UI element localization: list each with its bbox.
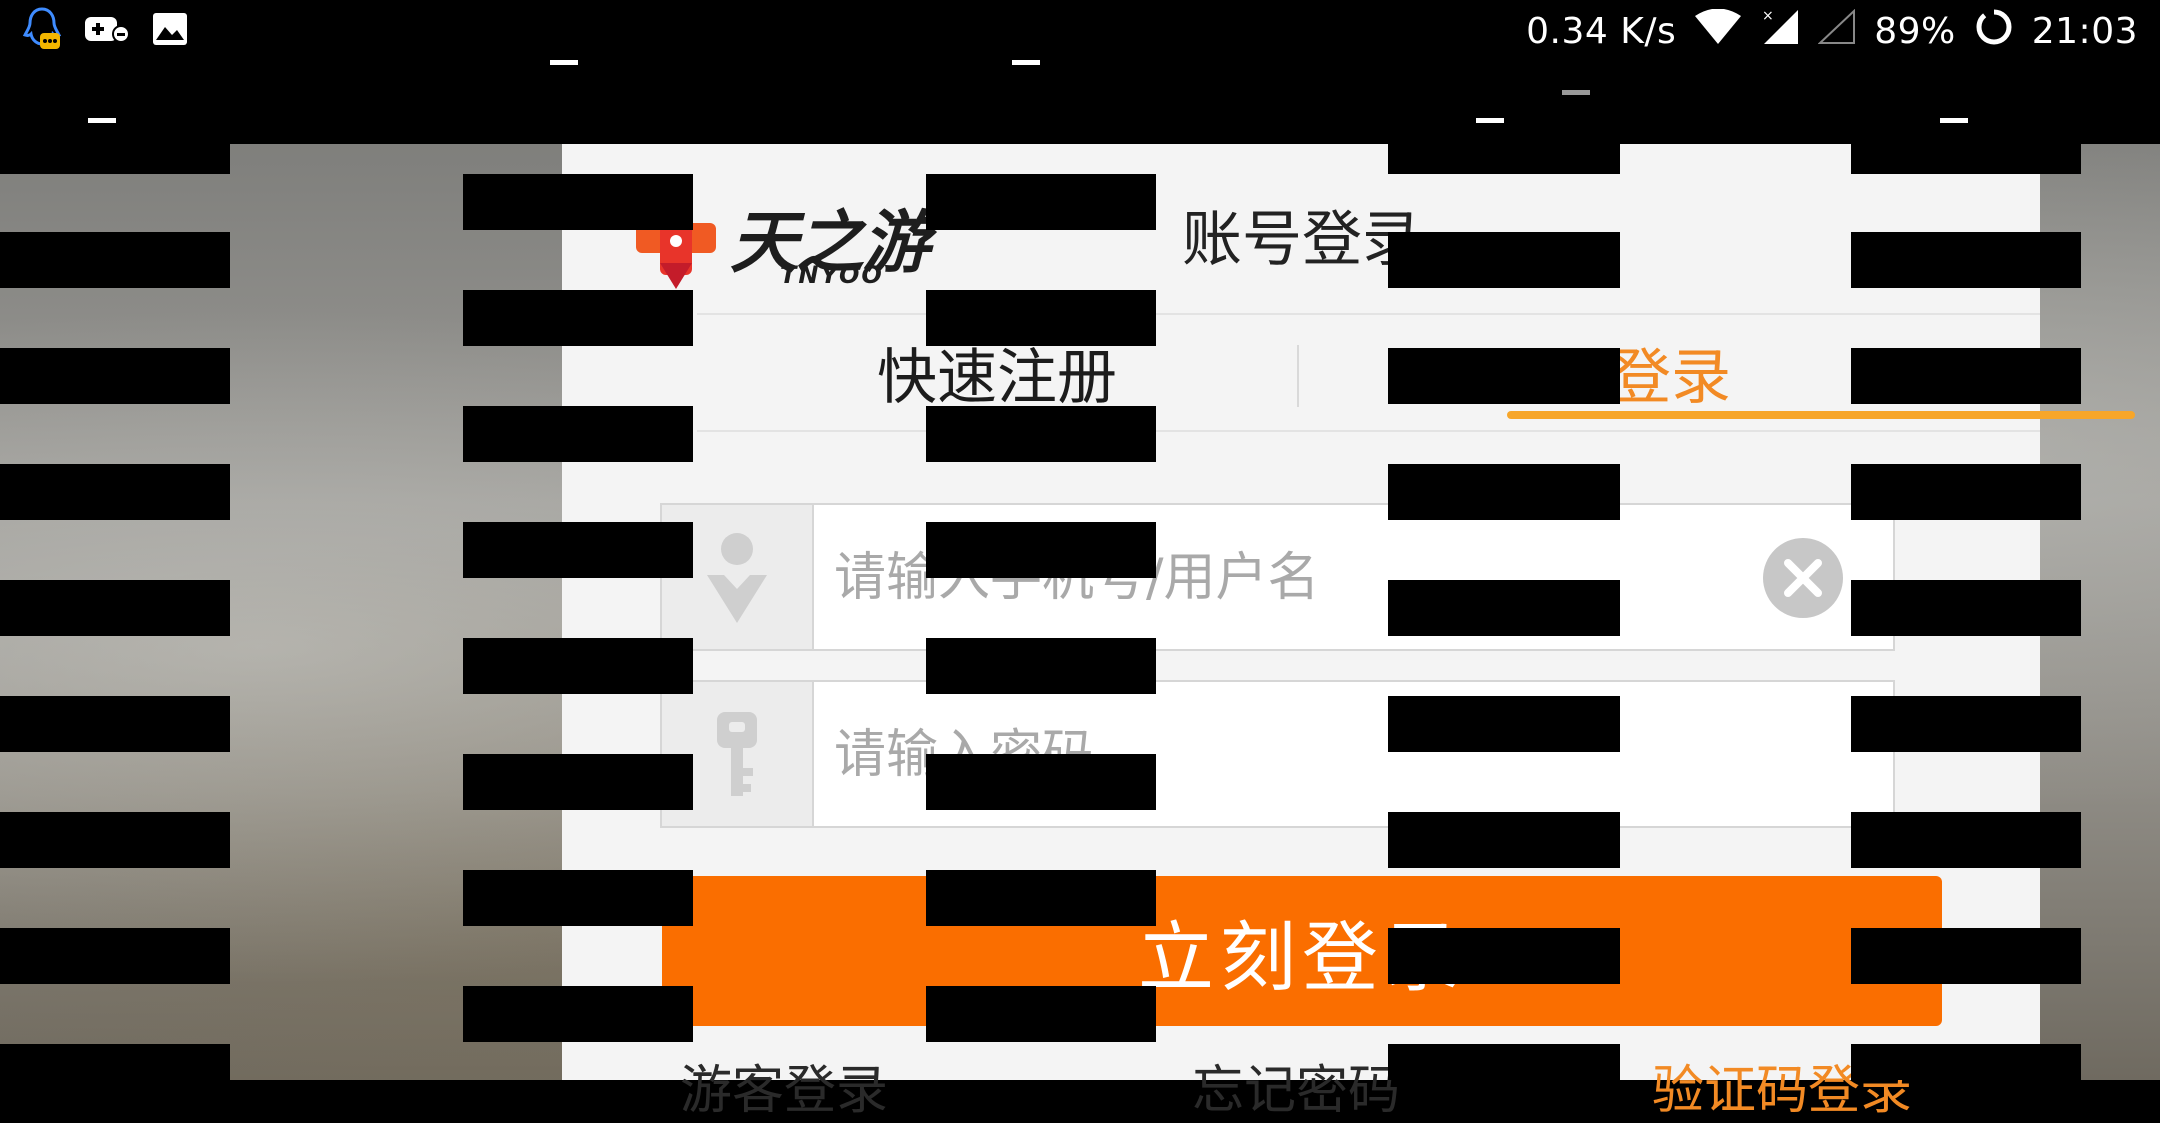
redaction-block bbox=[0, 1044, 230, 1080]
redaction-block bbox=[1851, 348, 2081, 404]
signal-empty-icon bbox=[1817, 8, 1856, 54]
redaction-block bbox=[1851, 144, 2081, 174]
network-speed: 0.34 K/s bbox=[1526, 10, 1677, 52]
battery-percent: 89% bbox=[1874, 10, 1956, 52]
login-tabs: 快速注册 登录 bbox=[697, 313, 2135, 432]
dialog-header: 天之游 TNYOO 账号登录 bbox=[562, 143, 2040, 313]
redaction-block bbox=[926, 522, 1156, 578]
redaction-block bbox=[1851, 464, 2081, 520]
redaction-block bbox=[1388, 232, 1620, 288]
game-controller-icon bbox=[84, 14, 130, 48]
redaction-block bbox=[926, 754, 1156, 810]
status-bar: 0.34 K/s × 89% 21:03 bbox=[0, 0, 2160, 62]
signal-icon: × bbox=[1760, 8, 1800, 55]
redaction-block bbox=[1388, 928, 1620, 984]
redaction-block bbox=[0, 348, 230, 404]
redaction-block bbox=[1851, 696, 2081, 752]
redaction-block bbox=[926, 986, 1156, 1042]
tab-divider bbox=[1297, 345, 1299, 407]
dialog-title: 账号登录 bbox=[1182, 205, 1422, 275]
redaction-block bbox=[0, 464, 230, 520]
redaction-block bbox=[1388, 464, 1620, 520]
redaction-block bbox=[926, 870, 1156, 926]
redaction-block bbox=[463, 986, 693, 1042]
redaction-block bbox=[0, 580, 230, 636]
glitch-tick bbox=[1012, 60, 1040, 65]
login-dialog: 天之游 TNYOO 账号登录 快速注册 登录 请输入手机号/用户名 立刻登录 游… bbox=[562, 143, 2135, 1121]
redaction-block bbox=[0, 144, 230, 174]
redaction-block bbox=[1388, 812, 1620, 868]
clock: 21:03 bbox=[2031, 10, 2138, 52]
redaction-block bbox=[463, 870, 693, 926]
redaction-block bbox=[463, 174, 693, 230]
redaction-block bbox=[463, 406, 693, 462]
close-icon bbox=[1784, 559, 1822, 597]
svg-text:×: × bbox=[1762, 8, 1774, 24]
redaction-block bbox=[1388, 696, 1620, 752]
redaction-block bbox=[1388, 348, 1620, 404]
active-tab-indicator bbox=[1507, 411, 2135, 419]
login-now-button[interactable]: 立刻登录 bbox=[662, 876, 1942, 1026]
redaction-block bbox=[463, 754, 693, 810]
redaction-block bbox=[1851, 580, 2081, 636]
qq-icon bbox=[22, 5, 62, 57]
glitch-tick bbox=[1940, 118, 1968, 123]
redaction-block bbox=[1851, 812, 2081, 868]
redaction-block bbox=[463, 638, 693, 694]
redaction-block bbox=[926, 406, 1156, 462]
glitch-tick bbox=[1476, 118, 1504, 123]
clear-username-button[interactable] bbox=[1763, 538, 1843, 618]
image-icon bbox=[152, 12, 188, 50]
redaction-block bbox=[1388, 1044, 1620, 1080]
bottom-links: 游客登录 忘记密码 验证码登录 bbox=[562, 1048, 2040, 1121]
redaction-block bbox=[0, 928, 230, 984]
redaction-block bbox=[1388, 144, 1620, 174]
redaction-block bbox=[1388, 580, 1620, 636]
forgot-password-link[interactable]: 忘记密码 bbox=[1192, 1048, 1400, 1123]
username-field bbox=[660, 503, 1895, 651]
battery-ring-icon bbox=[1974, 7, 2014, 56]
redaction-block bbox=[0, 232, 230, 288]
redaction-block bbox=[463, 522, 693, 578]
password-field bbox=[660, 680, 1895, 828]
redaction-block bbox=[1851, 928, 2081, 984]
redaction-bar bbox=[0, 62, 2160, 144]
redaction-block bbox=[926, 290, 1156, 346]
wifi-icon bbox=[1694, 8, 1742, 54]
redaction-block bbox=[1851, 1044, 2081, 1080]
logo-subtext: TNYOO bbox=[780, 261, 884, 289]
redaction-block bbox=[1851, 232, 2081, 288]
redaction-block bbox=[463, 290, 693, 346]
redaction-block bbox=[926, 174, 1156, 230]
glitch-tick bbox=[88, 118, 116, 123]
redaction-block bbox=[926, 638, 1156, 694]
glitch-tick bbox=[1562, 90, 1590, 95]
guest-login-link[interactable]: 游客登录 bbox=[680, 1048, 888, 1123]
redaction-block bbox=[0, 696, 230, 752]
glitch-tick bbox=[550, 60, 578, 65]
redaction-block bbox=[0, 812, 230, 868]
